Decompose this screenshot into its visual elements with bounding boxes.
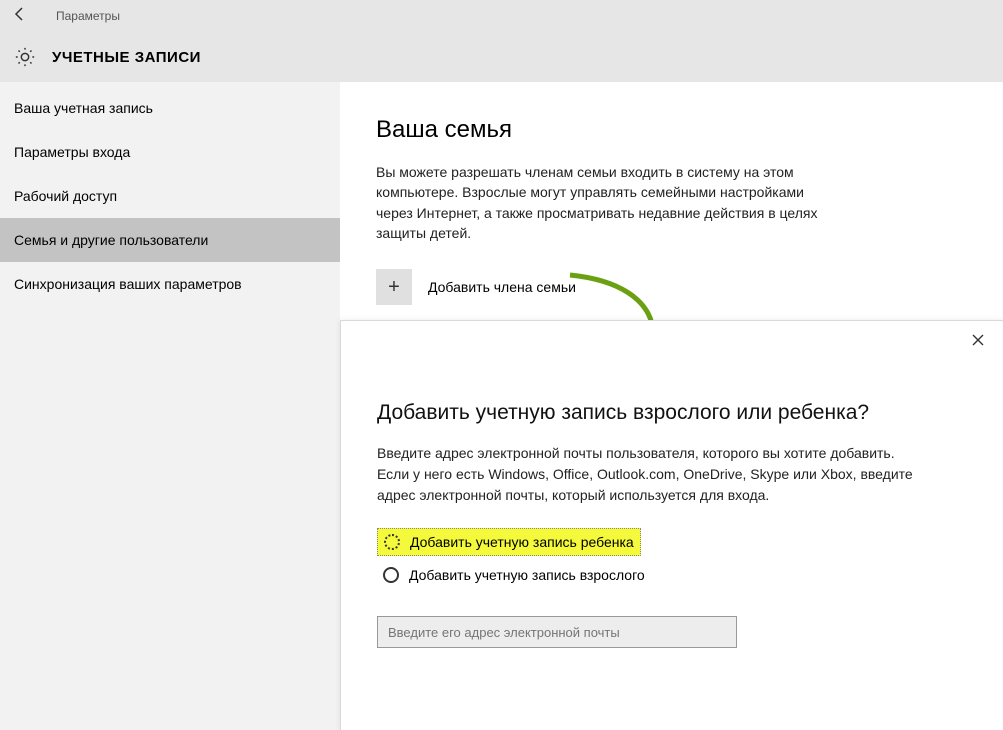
close-button[interactable] — [971, 333, 985, 352]
page-header: УЧЕТНЫЕ ЗАПИСИ — [0, 32, 1003, 82]
sidebar: Ваша учетная запись Параметры входа Рабо… — [0, 82, 340, 730]
add-family-member-row[interactable]: + Добавить члена семьи — [376, 269, 963, 305]
gear-icon — [14, 46, 36, 68]
section-description: Вы можете разрешать членам семьи входить… — [376, 162, 836, 243]
page-title: УЧЕТНЫЕ ЗАПИСИ — [52, 49, 201, 66]
sidebar-item-family-other-users[interactable]: Семья и другие пользователи — [0, 218, 340, 262]
plus-icon: + — [376, 269, 412, 305]
sidebar-item-signin-options[interactable]: Параметры входа — [0, 130, 340, 174]
back-button[interactable] — [12, 6, 28, 27]
dialog-description: Введите адрес электронной почты пользова… — [377, 443, 917, 506]
radio-label-child: Добавить учетную запись ребенка — [410, 534, 634, 550]
window-title: Параметры — [56, 9, 120, 23]
email-input[interactable] — [377, 616, 737, 648]
add-account-dialog: Добавить учетную запись взрослого или ре… — [340, 320, 1003, 730]
sidebar-item-work-access[interactable]: Рабочий доступ — [0, 174, 340, 218]
section-heading: Ваша семья — [376, 116, 963, 144]
radio-icon — [384, 534, 400, 550]
add-family-member-label: Добавить члена семьи — [428, 279, 576, 295]
titlebar: Параметры — [0, 0, 1003, 32]
sidebar-item-sync-settings[interactable]: Синхронизация ваших параметров — [0, 262, 340, 306]
radio-label-adult: Добавить учетную запись взрослого — [409, 567, 645, 583]
sidebar-item-your-account[interactable]: Ваша учетная запись — [0, 86, 340, 130]
radio-icon — [383, 567, 399, 583]
radio-option-child[interactable]: Добавить учетную запись ребенка — [377, 528, 641, 556]
radio-option-adult[interactable]: Добавить учетную запись взрослого — [377, 562, 651, 588]
dialog-title: Добавить учетную запись взрослого или ре… — [377, 401, 967, 425]
